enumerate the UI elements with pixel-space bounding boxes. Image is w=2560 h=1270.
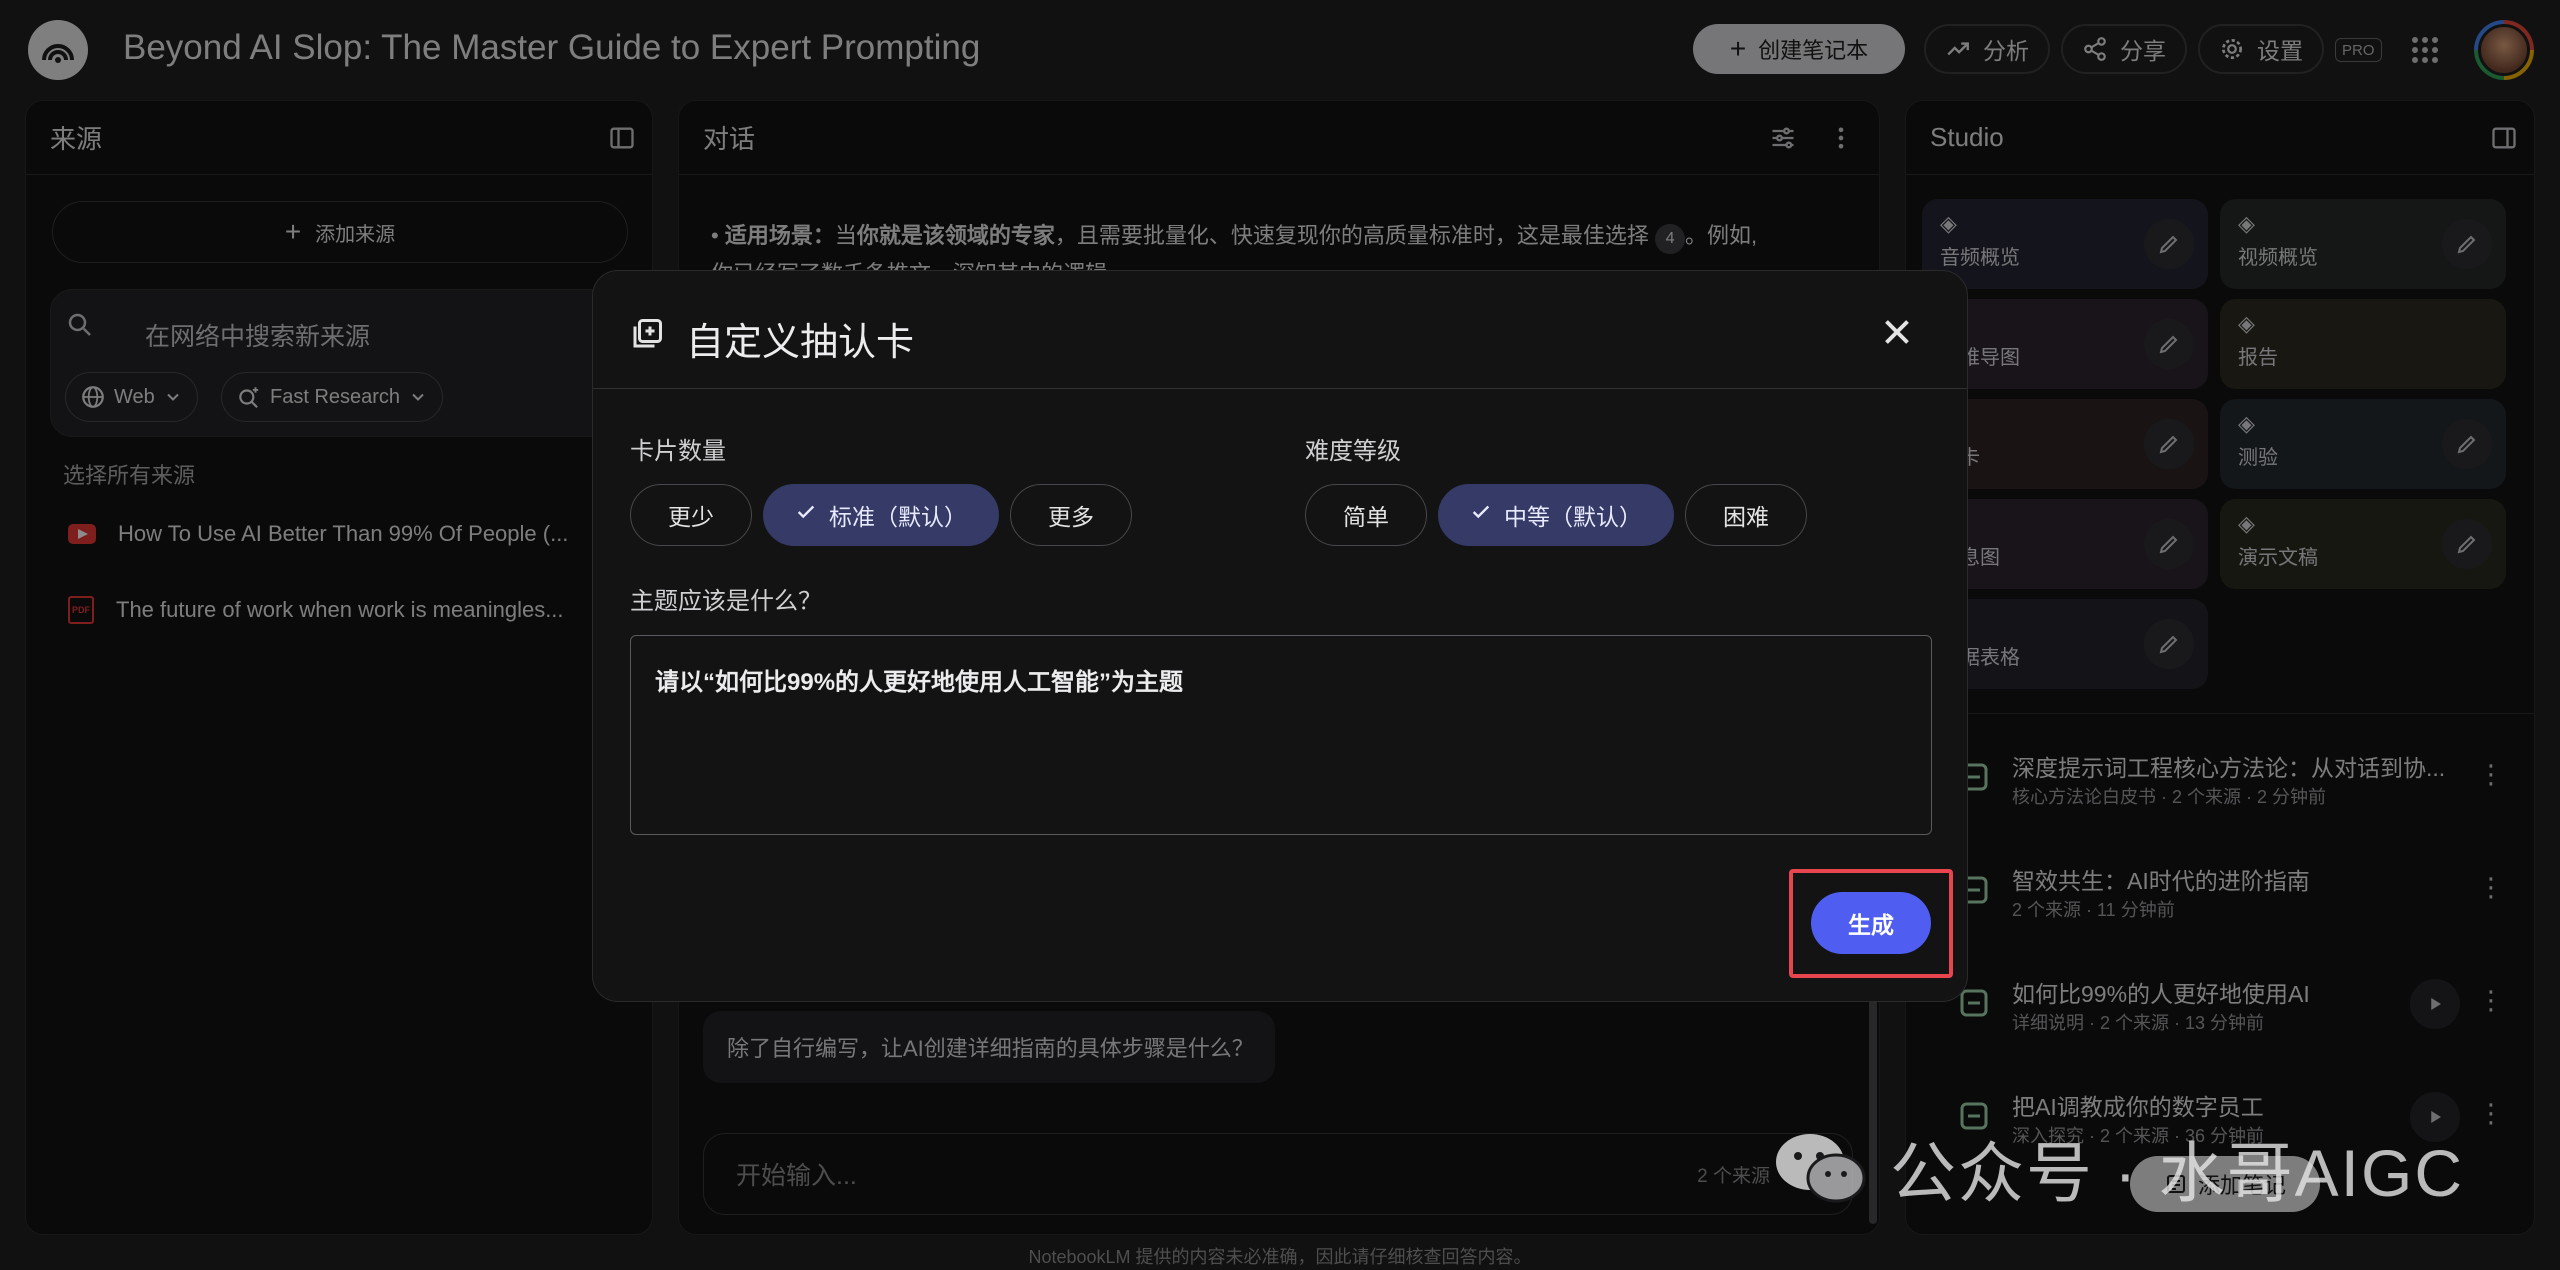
difficulty-option[interactable]: 简单 bbox=[1305, 484, 1427, 546]
generate-button[interactable]: 生成 bbox=[1811, 892, 1931, 954]
difficulty-option[interactable]: 中等（默认） bbox=[1438, 484, 1674, 546]
card-count-option[interactable]: 标准（默认） bbox=[763, 484, 999, 546]
difficulty-option-label: 简单 bbox=[1343, 504, 1389, 530]
card-count-option-label: 标准（默认） bbox=[829, 504, 967, 530]
difficulty-label: 难度等级 bbox=[1305, 438, 1401, 465]
card-count-option[interactable]: 更多 bbox=[1010, 484, 1132, 546]
difficulty-option-label: 中等（默认） bbox=[1504, 504, 1642, 530]
card-count-option-label: 更多 bbox=[1048, 504, 1094, 530]
close-icon[interactable] bbox=[1879, 314, 1915, 350]
topic-textarea[interactable]: 请以“如何比99%的人更好地使用人工智能”为主题 bbox=[630, 635, 1932, 835]
check-icon bbox=[1470, 501, 1492, 529]
topic-label: 主题应该是什么？ bbox=[630, 588, 822, 615]
flashcard-dialog: 自定义抽认卡 卡片数量 难度等级 更少 标准（默认） 更多 简单 中等（默认） 困难 主… bbox=[592, 270, 1968, 1002]
card-count-option-label: 更少 bbox=[668, 504, 714, 530]
difficulty-option-label: 困难 bbox=[1723, 504, 1769, 530]
check-icon bbox=[795, 501, 817, 529]
difficulty-option[interactable]: 困难 bbox=[1685, 484, 1807, 546]
watermark-text: 公众号 · 水哥AIGC bbox=[1890, 1136, 2465, 1210]
wechat-logo-icon bbox=[1776, 1134, 1866, 1203]
flashcard-icon bbox=[633, 319, 662, 348]
card-count-option[interactable]: 更少 bbox=[630, 484, 752, 546]
dialog-title: 自定义抽认卡 bbox=[686, 322, 915, 364]
card-count-label: 卡片数量 bbox=[630, 438, 726, 465]
watermark: 公众号 · 水哥AIGC bbox=[1770, 1120, 2464, 1216]
dialog-header: 自定义抽认卡 bbox=[593, 271, 1967, 389]
